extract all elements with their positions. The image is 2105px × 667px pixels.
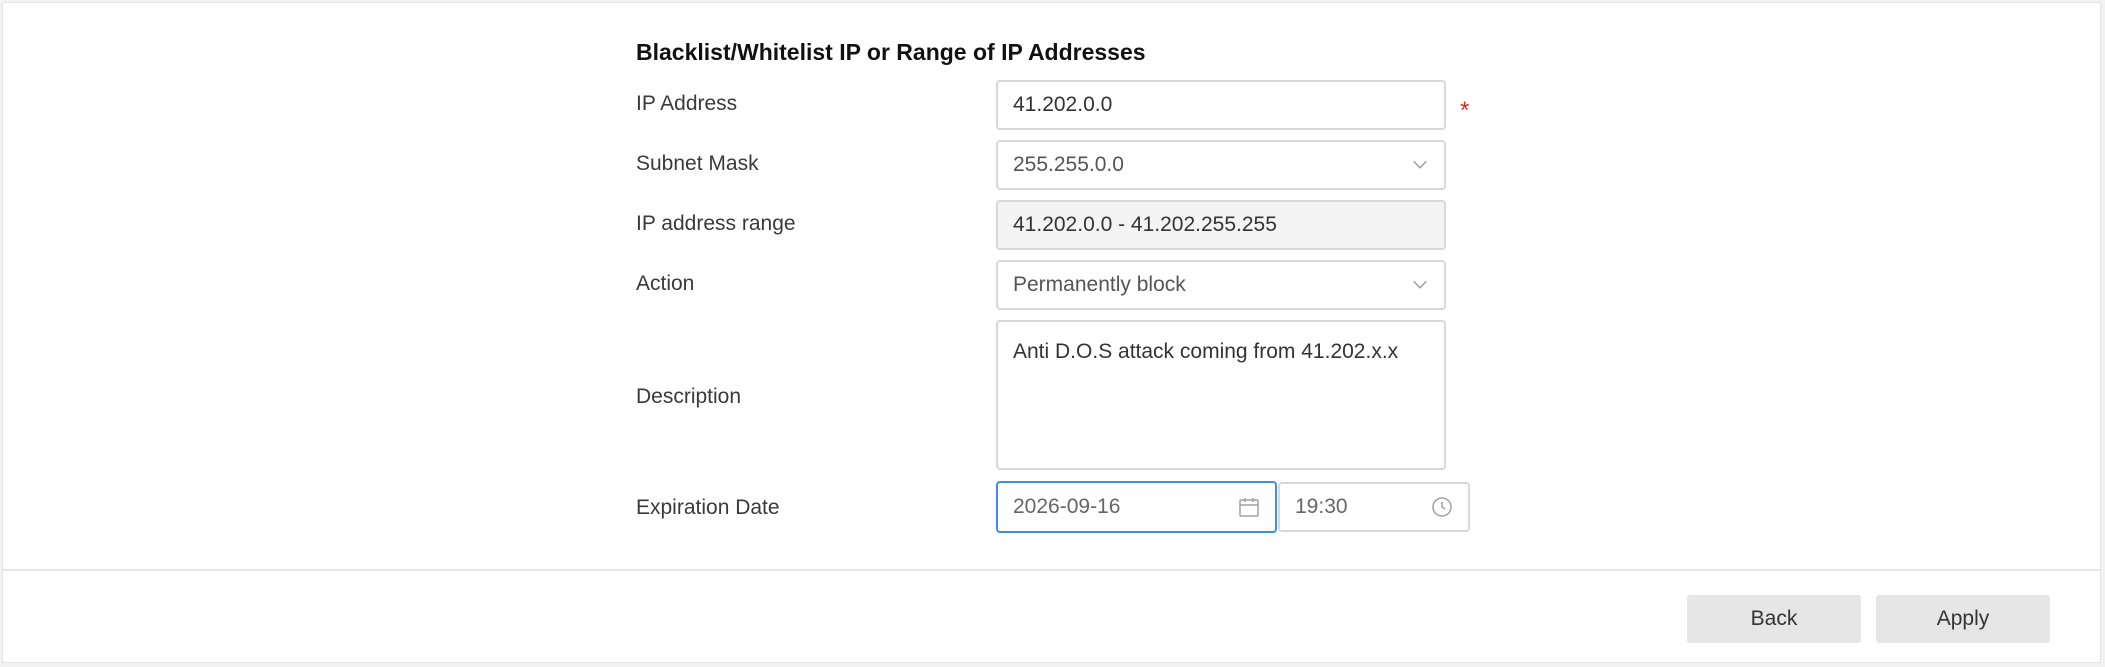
action-select[interactable]: Permanently block <box>996 260 1446 310</box>
subnet-mask-label: Subnet Mask <box>636 152 759 175</box>
description-textarea[interactable]: Anti D.O.S attack coming from 41.202.x.x <box>996 320 1446 470</box>
dialog-footer: Back Apply <box>3 569 2100 664</box>
expiration-time-input[interactable]: 19:30 <box>1278 482 1470 532</box>
ip-rule-form: Blacklist/Whitelist IP or Range of IP Ad… <box>3 3 2100 570</box>
subnet-mask-value: 255.255.0.0 <box>1013 153 1124 176</box>
chevron-down-icon <box>1413 160 1427 169</box>
expiration-date-label: Expiration Date <box>636 496 780 519</box>
chevron-down-icon <box>1413 280 1427 289</box>
subnet-mask-select[interactable]: 255.255.0.0 <box>996 140 1446 190</box>
expiration-time-value: 19:30 <box>1295 495 1348 518</box>
ip-range-value: 41.202.0.0 - 41.202.255.255 <box>1013 213 1277 236</box>
action-value: Permanently block <box>1013 273 1186 296</box>
ip-address-input[interactable] <box>996 80 1446 130</box>
ip-range-display: 41.202.0.0 - 41.202.255.255 <box>996 200 1446 250</box>
action-label: Action <box>636 272 695 295</box>
expiration-date-value: 2026-09-16 <box>1013 495 1121 518</box>
back-button[interactable]: Back <box>1687 595 1861 643</box>
form-title: Blacklist/Whitelist IP or Range of IP Ad… <box>636 39 1146 65</box>
ip-range-label: IP address range <box>636 212 796 235</box>
required-asterisk: * <box>1460 97 1470 124</box>
dialog-panel: Blacklist/Whitelist IP or Range of IP Ad… <box>2 2 2101 663</box>
description-label: Description <box>636 385 742 408</box>
clock-icon <box>1432 497 1452 517</box>
calendar-icon <box>1239 498 1259 517</box>
expiration-date-input[interactable]: 2026-09-16 <box>996 481 1277 533</box>
apply-button[interactable]: Apply <box>1876 595 2050 643</box>
ip-address-label: IP Address <box>636 92 738 115</box>
